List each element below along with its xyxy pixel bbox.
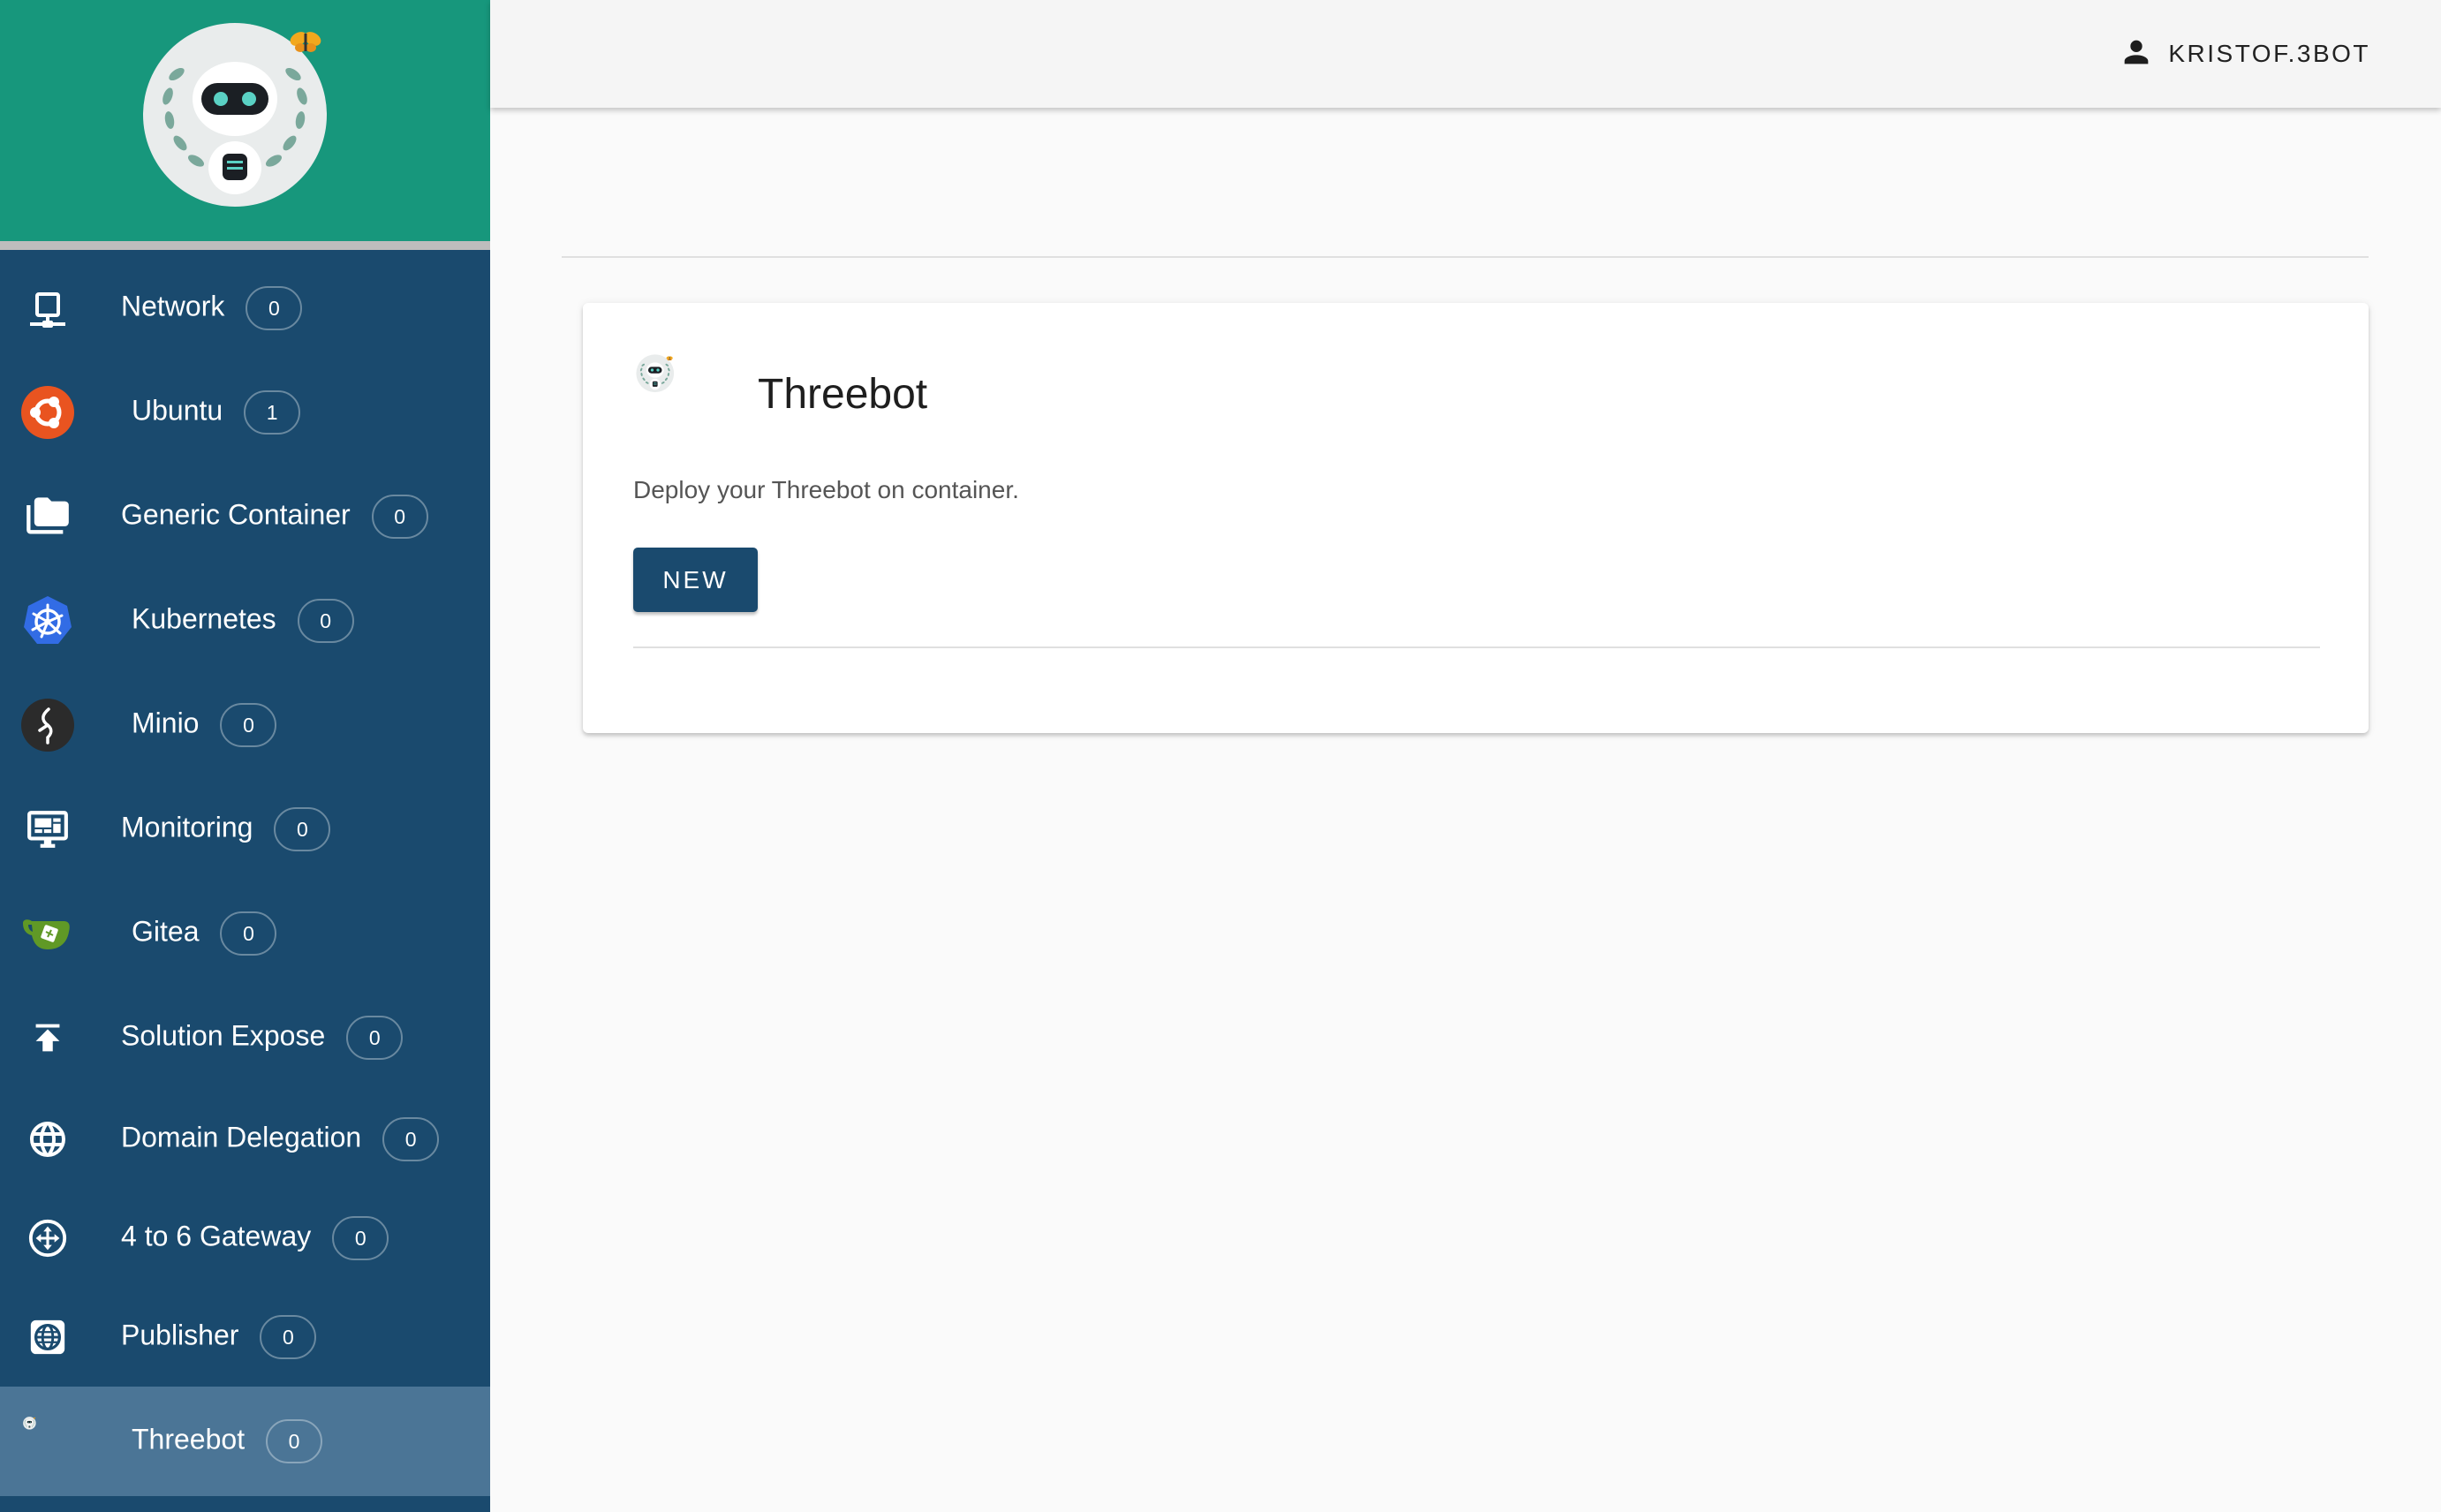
sidebar-item-gateway[interactable]: 4 to 6 Gateway 0 [0, 1189, 490, 1288]
monitor-icon [19, 801, 76, 858]
count-badge: 0 [246, 286, 303, 330]
count-badge: 0 [297, 599, 354, 643]
network-icon [19, 280, 76, 336]
globe-icon [19, 1111, 76, 1168]
sidebar-item-label: Publisher 0 [121, 1315, 317, 1359]
sidebar-item-label: 4 to 6 Gateway 0 [121, 1216, 389, 1260]
sidebar-item-kubernetes[interactable]: Kubernetes 0 [0, 569, 490, 673]
sidebar-item-generic-container[interactable]: Generic Container 0 [0, 465, 490, 569]
kubernetes-icon [19, 593, 76, 649]
count-badge: 0 [220, 911, 277, 956]
count-badge: 0 [346, 1016, 404, 1060]
sidebar-item-publisher[interactable]: Publisher 0 [0, 1288, 490, 1387]
sidebar-item-threebot[interactable]: Threebot 0 [0, 1387, 490, 1496]
count-badge: 1 [244, 390, 301, 435]
gitea-icon [19, 905, 76, 962]
sidebar-item-minio[interactable]: Minio 0 [0, 673, 490, 777]
sidebar-item-label: Solution Expose 0 [121, 1016, 404, 1060]
solution-card: Threebot Deploy your Threebot on contain… [583, 303, 2369, 733]
count-badge: 0 [371, 495, 428, 539]
sidebar-item-label: Monitoring 0 [121, 807, 331, 851]
sidebar-item-label: Gitea 0 [132, 911, 277, 956]
sidebar-header [0, 0, 490, 250]
gateway-icon [19, 1210, 76, 1266]
sidebar-item-domain-delegation[interactable]: Domain Delegation 0 [0, 1090, 490, 1189]
person-icon [2119, 34, 2154, 74]
sidebar-item-label: Domain Delegation 0 [121, 1117, 440, 1161]
sidebar-item-label: Generic Container 0 [121, 495, 428, 539]
sidebar-item-ubuntu[interactable]: Ubuntu 1 [0, 360, 490, 465]
count-badge: 0 [332, 1216, 389, 1260]
count-badge: 0 [266, 1419, 323, 1463]
minio-icon [19, 697, 76, 753]
user-menu-button[interactable]: KRISTOF.3BOT [2119, 32, 2370, 76]
sidebar-item-label: Network 0 [121, 286, 303, 330]
username: KRISTOF.3BOT [2168, 40, 2370, 67]
sidebar-item-label: Ubuntu 1 [132, 390, 301, 435]
card-title: Threebot [758, 371, 928, 418]
new-button[interactable]: NEW [633, 548, 758, 612]
sidebar-item-network[interactable]: Network 0 [0, 256, 490, 360]
sidebar-item-label: Threebot 0 [132, 1419, 323, 1463]
sidebar-item-label: Minio 0 [132, 703, 277, 747]
folder-icon [19, 488, 76, 545]
threebot-icon [19, 1413, 76, 1470]
count-badge: 0 [382, 1117, 440, 1161]
sidebar-item-label: Kubernetes 0 [132, 599, 354, 643]
divider [562, 256, 2369, 258]
count-badge: 0 [260, 1315, 317, 1359]
sidebar: Network 0 Ubuntu 1 Generic Container 0 K… [0, 0, 490, 1512]
sidebar-item-monitoring[interactable]: Monitoring 0 [0, 777, 490, 881]
threebot-logo[interactable] [141, 21, 329, 208]
card-description: Deploy your Threebot on container. [633, 476, 1019, 503]
top-bar: KRISTOF.3BOT [490, 0, 2441, 108]
ubuntu-icon [19, 384, 76, 441]
sidebar-item-solution-expose[interactable]: Solution Expose 0 [0, 986, 490, 1090]
sidebar-item-gitea[interactable]: Gitea 0 [0, 881, 490, 986]
publisher-icon [19, 1309, 76, 1365]
nav-list: Network 0 Ubuntu 1 Generic Container 0 K… [0, 256, 490, 1496]
count-badge: 0 [220, 703, 277, 747]
upload-icon [19, 1009, 76, 1066]
threebot-avatar [636, 354, 721, 439]
card-divider [633, 646, 2320, 648]
count-badge: 0 [274, 807, 331, 851]
